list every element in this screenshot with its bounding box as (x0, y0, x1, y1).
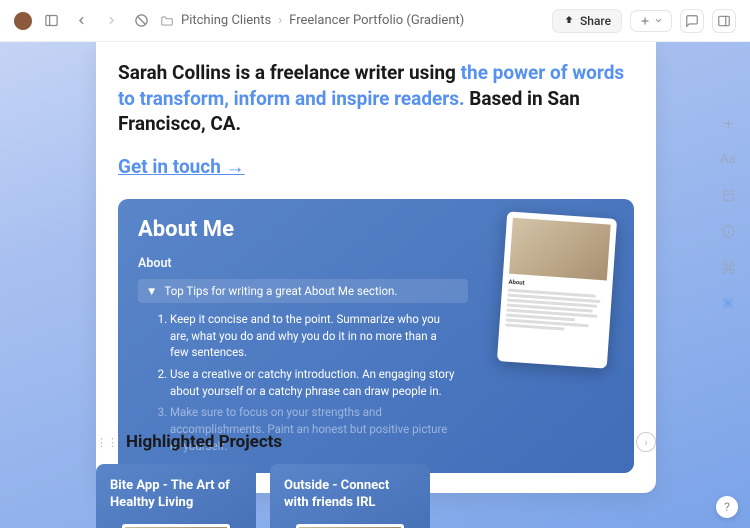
rail-text-icon[interactable]: Aa (717, 148, 739, 170)
rail-command-icon[interactable] (717, 256, 739, 278)
folder-icon (160, 14, 174, 28)
projects-next-button[interactable]: › (636, 432, 656, 452)
plus-icon (639, 15, 651, 27)
help-button[interactable]: ? (716, 496, 738, 518)
projects-header: ⋮⋮ Highlighted Projects › (96, 432, 656, 452)
document-card: Sarah Collins is a freelance writer usin… (96, 42, 656, 493)
breadcrumb-current[interactable]: Freelancer Portfolio (Gradient) (289, 13, 464, 28)
breadcrumb-separator: › (278, 13, 282, 28)
preview-thumbnail: About (497, 211, 617, 368)
nav-back-icon[interactable] (70, 10, 92, 32)
user-avatar[interactable] (14, 12, 32, 30)
project-name: Outside - Connect with friends IRL (284, 478, 416, 512)
drag-handle-icon[interactable]: ⋮⋮ (96, 436, 118, 449)
tip-item: Keep it concise and to the point. Summar… (170, 311, 458, 361)
tip-item: Use a creative or catchy introduction. A… (170, 366, 458, 399)
rail-add-icon[interactable] (717, 112, 739, 134)
share-label: Share (580, 14, 611, 28)
project-name: Bite App - The Art of Healthy Living (110, 478, 242, 512)
preview-image (509, 218, 611, 281)
tips-toggle[interactable]: ▼ Top Tips for writing a great About Me … (138, 279, 468, 303)
project-card[interactable]: Outside - Connect with friends IRL (270, 464, 430, 528)
app-toolbar: Pitching Clients › Freelancer Portfolio … (0, 0, 750, 42)
project-thumbnail (122, 524, 230, 528)
cancel-icon[interactable] (130, 10, 152, 32)
projects-title: Highlighted Projects (126, 432, 628, 452)
triangle-down-icon: ▼ (146, 284, 157, 298)
project-grid: Bite App - The Art of Healthy Living Out… (96, 464, 656, 528)
comments-button[interactable] (680, 9, 704, 33)
editor-canvas: Sarah Collins is a freelance writer usin… (0, 42, 750, 528)
tips-header-label: Top Tips for writing a great About Me se… (164, 284, 397, 298)
project-card[interactable]: Bite App - The Art of Healthy Living (96, 464, 256, 528)
panel-toggle-button[interactable] (712, 9, 736, 33)
get-in-touch-link[interactable]: Get in touch → (118, 155, 245, 179)
rail-close-icon[interactable] (717, 292, 739, 314)
share-icon (563, 15, 575, 27)
project-thumbnail (296, 524, 404, 528)
rail-layout-icon[interactable] (717, 184, 739, 206)
share-button[interactable]: Share (552, 9, 622, 33)
rail-info-icon[interactable] (717, 220, 739, 242)
highlighted-projects-section: ⋮⋮ Highlighted Projects › Bite App - The… (96, 432, 656, 528)
breadcrumb: Pitching Clients › Freelancer Portfolio … (160, 13, 464, 28)
nav-forward-icon[interactable] (100, 10, 122, 32)
breadcrumb-parent[interactable]: Pitching Clients (181, 13, 271, 28)
chevron-down-icon (654, 16, 663, 25)
add-button[interactable] (630, 10, 672, 32)
bio-text: Sarah Collins is a freelance writer usin… (118, 60, 634, 137)
right-rail: Aa (706, 84, 750, 528)
sidebar-toggle-icon[interactable] (40, 10, 62, 32)
